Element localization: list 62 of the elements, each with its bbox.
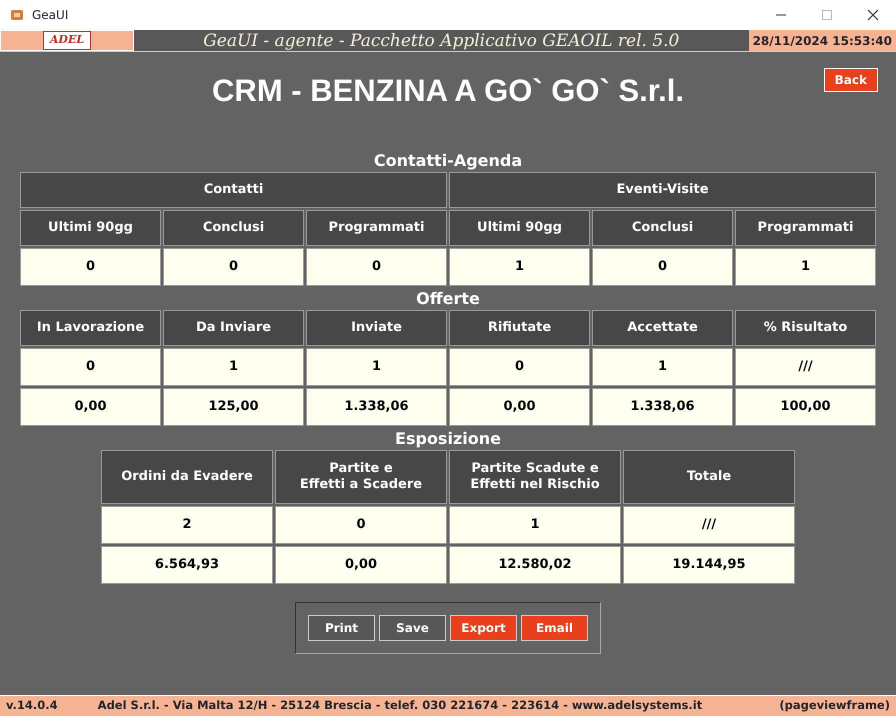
table-cell: 0 — [163, 248, 304, 286]
date-time: 28/11/2024 15:53:40 — [748, 30, 896, 51]
table-cell: 1 — [449, 248, 590, 286]
section-title: Offerte — [416, 288, 480, 310]
action-button[interactable]: Save — [379, 615, 446, 641]
column-header: Programmati — [306, 210, 447, 246]
table-cell: 1 — [735, 248, 876, 286]
column-header: In Lavorazione — [20, 310, 161, 346]
table-cell: 1.338,06 — [592, 388, 733, 426]
action-button[interactable]: Print — [308, 615, 375, 641]
section-title: Contatti-Agenda — [374, 150, 522, 172]
close-icon[interactable] — [867, 9, 879, 21]
app-title: GeaUI - agente - Pacchetto Applicativo GEAOIL rel. 5.0 — [202, 30, 680, 51]
table-cell: 0 — [449, 348, 590, 386]
column-header: Da Inviare — [163, 310, 304, 346]
column-header: % Risultato — [735, 310, 876, 346]
logo-text: ADEL — [42, 31, 92, 50]
back-button[interactable]: Back — [824, 68, 878, 92]
version-text: v.14.0.4 — [6, 697, 58, 714]
column-header: Inviate — [306, 310, 447, 346]
company-info: Adel S.r.l. - Via Malta 12/H - 25124 Brescia - telef. 030 221674 - 223614 - www.adelsystems.it — [98, 697, 704, 714]
table-cell: 1 — [449, 506, 621, 544]
table-cell: 0 — [20, 248, 161, 286]
table-cell: 19.144,95 — [623, 546, 795, 584]
table-cell: 12.580,02 — [449, 546, 621, 584]
table-cell: 0,00 — [275, 546, 447, 584]
column-header: Ultimi 90gg — [20, 210, 161, 246]
column-header: Partite e Effetti a Scadere — [275, 450, 447, 504]
table-cell: 0,00 — [449, 388, 590, 426]
table-cell: 0 — [275, 506, 447, 544]
table-cell: 0 — [306, 248, 447, 286]
table-cell: /// — [735, 348, 876, 386]
table-cell: 0 — [20, 348, 161, 386]
group-header: Contatti — [20, 172, 447, 208]
column-header: Totale — [623, 450, 795, 504]
column-header: Ultimi 90gg — [449, 210, 590, 246]
column-header: Accettate — [592, 310, 733, 346]
section-title: Esposizione — [395, 428, 501, 450]
table-cell: 0 — [592, 248, 733, 286]
table-cell: 100,00 — [735, 388, 876, 426]
column-header: Partite Scadute e Effetti nel Rischio — [449, 450, 621, 504]
table-cell: 0,00 — [20, 388, 161, 426]
window-title: GeaUI — [32, 7, 70, 24]
action-button[interactable]: Export — [450, 615, 517, 641]
action-button[interactable]: Email — [521, 615, 588, 641]
table-cell: 125,00 — [163, 388, 304, 426]
app-icon — [10, 8, 24, 22]
column-header: Conclusi — [592, 210, 733, 246]
table-cell: /// — [623, 506, 795, 544]
table-cell: 2 — [101, 506, 273, 544]
table-cell: 1 — [306, 348, 447, 386]
table-cell: 1 — [592, 348, 733, 386]
table-cell: 1.338,06 — [306, 388, 447, 426]
table-cell: 1 — [163, 348, 304, 386]
column-header: Conclusi — [163, 210, 304, 246]
column-header: Rifiutate — [449, 310, 590, 346]
column-header: Programmati — [735, 210, 876, 246]
group-header: Eventi-Visite — [449, 172, 876, 208]
column-header: Ordini da Evadere — [101, 450, 273, 504]
frame-label: (pageviewframe) — [779, 697, 890, 714]
page-title: CRM - BENZINA A GO` GO` S.r.l. — [212, 72, 684, 108]
table-cell: 6.564,93 — [101, 546, 273, 584]
